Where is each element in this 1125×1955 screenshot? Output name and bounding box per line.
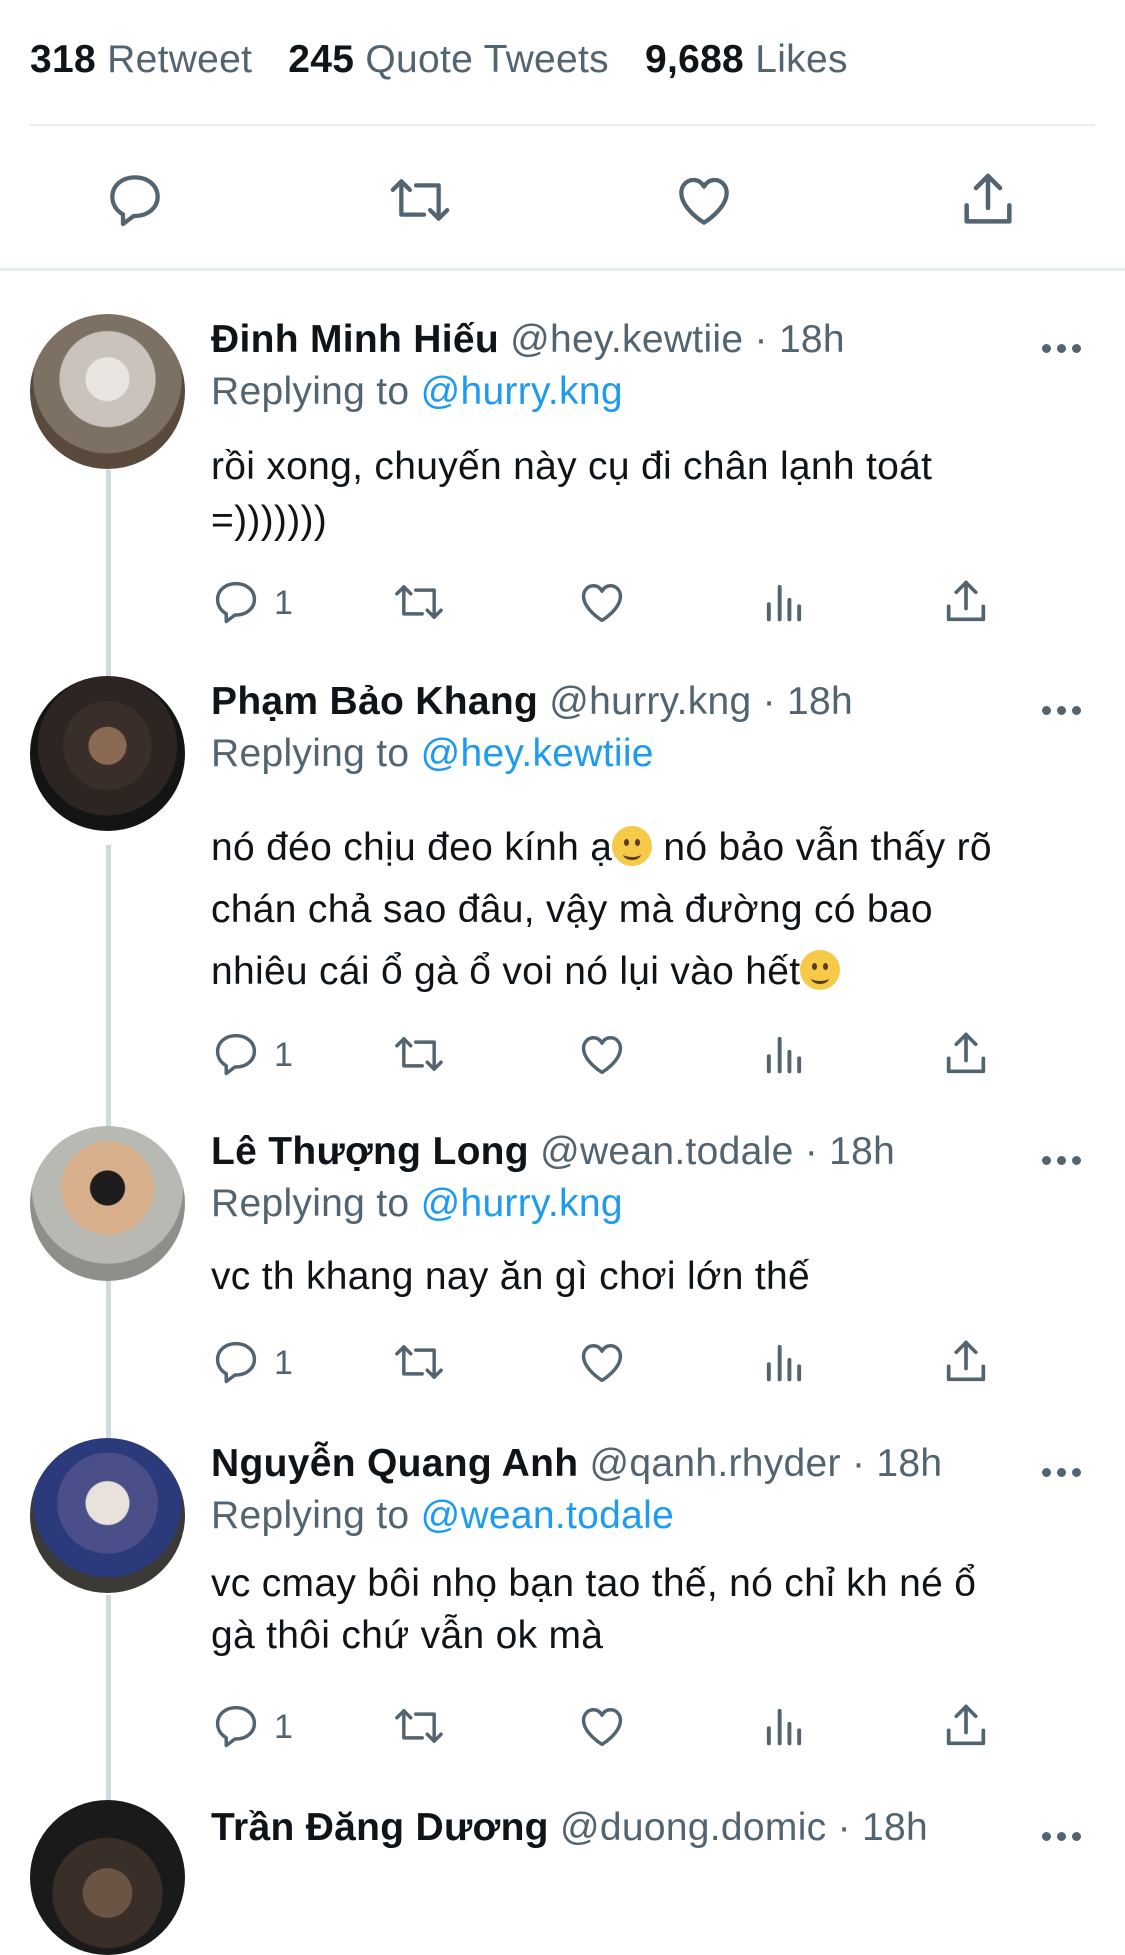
replying-to: Replying to @hurry.kng	[211, 370, 623, 413]
quote-tweets-stat[interactable]: 245 Quote Tweets	[288, 38, 609, 81]
avatar[interactable]	[30, 1126, 185, 1281]
reply-count: 1	[274, 1344, 293, 1382]
handle[interactable]: @duong.domic	[560, 1806, 827, 1849]
analytics-icon[interactable]	[758, 1336, 810, 1396]
reply-count: 1	[274, 1708, 293, 1746]
analytics-icon[interactable]	[758, 576, 810, 636]
thread-line	[106, 470, 111, 680]
display-name[interactable]: Lê Thượng Long	[211, 1130, 529, 1173]
display-name[interactable]: Đinh Minh Hiếu	[211, 318, 499, 361]
tweet-stats: 318 Retweet 245 Quote Tweets 9,688 Likes	[30, 38, 848, 82]
replying-to: Replying to @wean.todale	[211, 1494, 675, 1537]
timestamp[interactable]: · 18h	[755, 318, 845, 361]
reply-actions: 1	[0, 1700, 1125, 1760]
more-icon[interactable]	[1042, 1827, 1082, 1847]
reply-button[interactable]: 1	[210, 1336, 293, 1396]
timestamp[interactable]: · 18h	[838, 1806, 928, 1849]
reply-actions: 1	[0, 576, 1125, 636]
avatar[interactable]	[30, 314, 185, 469]
display-name[interactable]: Phạm Bảo Khang	[211, 680, 538, 723]
reply-button[interactable]: 1	[210, 1700, 293, 1760]
reply-actions: 1	[0, 1028, 1125, 1088]
likes-stat[interactable]: 9,688 Likes	[645, 38, 848, 81]
retweet-icon[interactable]	[393, 1336, 445, 1396]
replying-to-handle[interactable]: @hurry.kng	[421, 1182, 623, 1225]
like-icon[interactable]	[576, 1028, 628, 1088]
avatar[interactable]	[30, 676, 185, 831]
analytics-icon[interactable]	[758, 1028, 810, 1088]
slightly-smiling-face-icon	[800, 950, 841, 990]
share-icon[interactable]	[940, 1700, 992, 1760]
like-icon[interactable]	[672, 168, 736, 232]
reply-text: rồi xong, chuyến này cụ đi chân lạnh toá…	[211, 445, 933, 542]
reply-actions: 1	[0, 1336, 1125, 1396]
handle[interactable]: @qanh.rhyder	[589, 1442, 840, 1485]
avatar[interactable]	[30, 1438, 185, 1593]
timestamp[interactable]: · 18h	[852, 1442, 942, 1485]
retweet-icon[interactable]	[393, 576, 445, 636]
analytics-icon[interactable]	[758, 1700, 810, 1760]
like-icon[interactable]	[576, 1336, 628, 1396]
retweet-icon[interactable]	[388, 168, 452, 232]
reply-header: Lê Thượng Long @wean.todale · 18h	[211, 1130, 895, 1174]
handle[interactable]: @hey.kewtiie	[510, 318, 743, 361]
divider	[30, 124, 1095, 126]
reply-count: 1	[274, 584, 293, 622]
replying-to-handle[interactable]: @hurry.kng	[421, 370, 623, 413]
reply-text: vc cmay bôi nhọ bạn tao thế, nó chỉ kh n…	[211, 1562, 977, 1657]
slightly-smiling-face-icon	[612, 826, 653, 866]
share-icon[interactable]	[940, 1336, 992, 1396]
divider	[0, 268, 1125, 271]
reply-button[interactable]: 1	[210, 1028, 293, 1088]
reply-header: Trần Đăng Dương @duong.domic · 18h	[211, 1806, 928, 1850]
more-icon[interactable]	[1042, 701, 1082, 721]
avatar[interactable]	[30, 1800, 185, 1955]
share-icon[interactable]	[956, 168, 1020, 232]
retweet-icon[interactable]	[393, 1028, 445, 1088]
share-icon[interactable]	[940, 1028, 992, 1088]
reply-button[interactable]: 1	[210, 576, 293, 636]
reply-icon[interactable]	[103, 168, 167, 232]
timestamp[interactable]: · 18h	[805, 1130, 895, 1173]
share-icon[interactable]	[940, 576, 992, 636]
more-icon[interactable]	[1042, 1463, 1082, 1483]
tweet-action-bar	[0, 150, 1125, 250]
reply-text: vc th khang nay ăn gì chơi lớn thế	[211, 1255, 811, 1298]
replying-to-handle[interactable]: @wean.todale	[421, 1494, 675, 1537]
replying-to-handle[interactable]: @hey.kewtiie	[421, 732, 654, 775]
thread-line	[106, 845, 111, 1135]
replying-to: Replying to @hurry.kng	[211, 1182, 623, 1225]
display-name[interactable]: Trần Đăng Dương	[211, 1806, 549, 1849]
display-name[interactable]: Nguyễn Quang Anh	[211, 1442, 578, 1485]
replying-to: Replying to @hey.kewtiie	[211, 732, 654, 775]
reply-count: 1	[274, 1036, 293, 1074]
reply-header: Phạm Bảo Khang @hurry.kng · 18h	[211, 680, 853, 724]
like-icon[interactable]	[576, 1700, 628, 1760]
timestamp[interactable]: · 18h	[763, 680, 853, 723]
retweet-stat[interactable]: 318 Retweet	[30, 38, 252, 81]
like-icon[interactable]	[576, 576, 628, 636]
handle[interactable]: @hurry.kng	[549, 680, 751, 723]
reply-text: nó đéo chịu đeo kính ạ nó bảo vẫn thấy r…	[211, 826, 992, 993]
reply-header: Đinh Minh Hiếu @hey.kewtiie · 18h	[211, 318, 845, 362]
retweet-icon[interactable]	[393, 1700, 445, 1760]
more-icon[interactable]	[1042, 339, 1082, 359]
reply-header: Nguyễn Quang Anh @qanh.rhyder · 18h	[211, 1442, 942, 1486]
more-icon[interactable]	[1042, 1151, 1082, 1171]
handle[interactable]: @wean.todale	[540, 1130, 794, 1173]
